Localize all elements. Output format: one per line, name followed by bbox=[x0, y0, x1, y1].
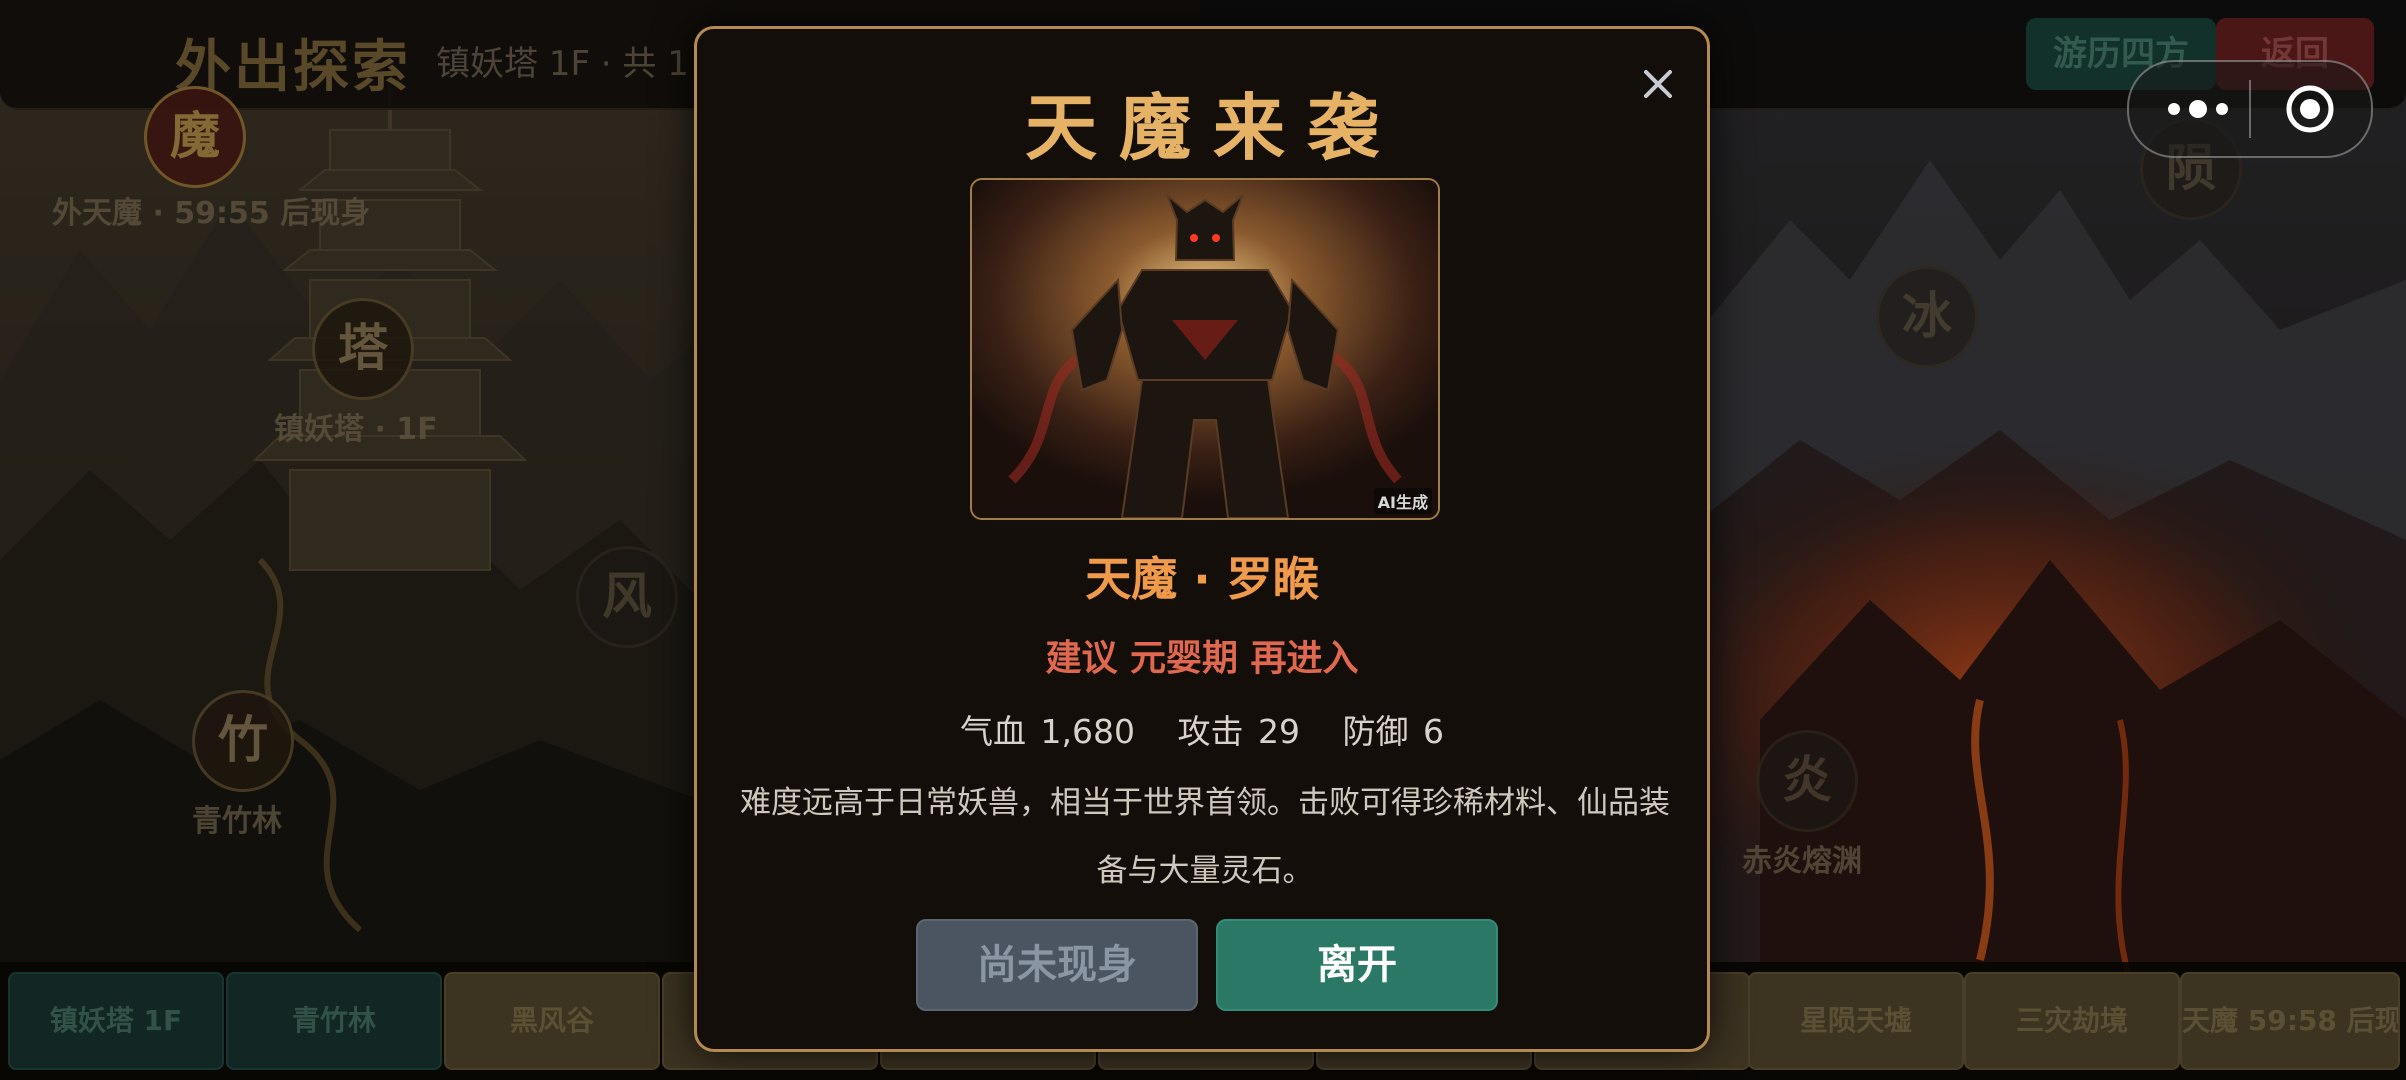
realm-suggestion: 建议 元婴期 再进入 bbox=[1045, 638, 1359, 679]
target-circle-icon[interactable] bbox=[2285, 84, 2335, 134]
modal-title: 天魔来袭 bbox=[1024, 86, 1401, 170]
leave-button[interactable]: 离开 bbox=[1216, 919, 1498, 1011]
stat-hp: 气血 1,680 bbox=[960, 712, 1135, 751]
mini-program-capsule bbox=[2127, 60, 2373, 158]
not-yet-appeared-button[interactable]: 尚未现身 bbox=[916, 919, 1198, 1011]
boss-name: 天魔 · 罗睺 bbox=[1085, 552, 1319, 606]
boss-modal: 天魔来袭 AI生成 天魔 · 罗睺 建议 元婴期 再进入 气血 1,680 攻击… bbox=[694, 26, 1710, 1052]
stat-attack: 攻击 29 bbox=[1177, 712, 1300, 751]
more-dots-icon[interactable] bbox=[2165, 92, 2231, 126]
ai-generated-tag: AI生成 bbox=[1373, 488, 1432, 514]
close-icon[interactable] bbox=[1633, 59, 1683, 109]
capsule-divider bbox=[2249, 80, 2251, 138]
demon-image bbox=[972, 180, 1438, 518]
boss-portrait: AI生成 bbox=[970, 178, 1440, 520]
boss-stats: 气血 1,680 攻击 29 防御 6 bbox=[697, 705, 1707, 753]
boss-description: 难度远高于日常妖兽，相当于世界首领。击败可得珍稀材料、仙品装备与大量灵石。 bbox=[740, 785, 1670, 889]
stat-defense: 防御 6 bbox=[1342, 712, 1444, 751]
